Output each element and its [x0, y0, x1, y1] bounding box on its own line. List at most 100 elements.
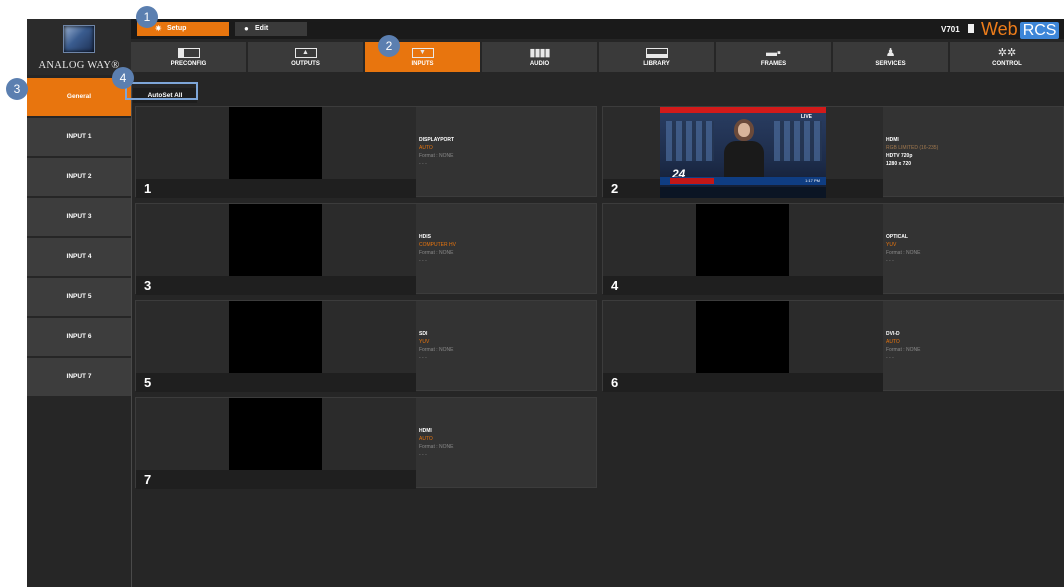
callout-badge-1: 1	[136, 6, 158, 28]
input-mode: YUV	[419, 339, 430, 345]
sidebar-item-input-4[interactable]: INPUT 4	[27, 238, 131, 276]
input-type: SDI	[419, 331, 428, 337]
sidebar-item-input-1[interactable]: INPUT 1	[27, 118, 131, 156]
input-card-3[interactable]: 3 HDIS COMPUTER HV Format : NONE - - -	[135, 203, 597, 295]
thumbnail-strip	[136, 373, 416, 392]
input-mode: AUTO	[419, 145, 433, 151]
version-label: V701	[941, 25, 960, 34]
input-info: HDMI AUTO Format : NONE - - -	[419, 427, 453, 459]
input-format: Format : NONE	[886, 347, 921, 353]
input-info: OPTICAL YUV Format : NONE - - -	[886, 233, 920, 265]
input-number: 2	[611, 181, 619, 196]
services-icon: ♟	[885, 47, 896, 59]
main-nav: PRECONFIG ▲ OUTPUTS ▼ INPUTS ▮▮▮▮ AUDIO …	[131, 42, 1064, 72]
input-number: 3	[144, 278, 152, 293]
input-mode: COMPUTER HV	[419, 242, 456, 248]
play-circle-icon: ●	[244, 24, 249, 33]
input-number: 4	[611, 278, 619, 293]
tab-preconfig[interactable]: PRECONFIG	[131, 42, 246, 72]
thumbnail-strip	[603, 373, 883, 392]
tab-outputs[interactable]: ▲ OUTPUTS	[248, 42, 363, 72]
document-icon[interactable]	[968, 24, 974, 33]
input-card-7[interactable]: 7 HDMI AUTO Format : NONE - - -	[135, 397, 597, 489]
edit-label: Edit	[255, 25, 269, 32]
tab-services[interactable]: ♟ SERVICES	[833, 42, 948, 72]
webrcs-brand: Web RCS	[981, 19, 1060, 39]
analog-way-logo: ANALOG WAY®	[27, 19, 131, 75]
tab-library[interactable]: LIBRARY	[599, 42, 714, 72]
sidebar-item-input-5[interactable]: INPUT 5	[27, 278, 131, 316]
sidebar-item-input-3[interactable]: INPUT 3	[27, 198, 131, 236]
input-card-6[interactable]: 6 DVI-D AUTO Format : NONE - - -	[602, 300, 1064, 392]
input-format: Format : NONE	[419, 444, 454, 450]
live-badge: LIVE	[800, 114, 812, 120]
autoset-highlight-box	[125, 82, 198, 100]
input-extra: - - -	[419, 161, 427, 167]
input-card-4[interactable]: 4 OPTICAL YUV Format : NONE - - -	[602, 203, 1064, 295]
ticker-bottom	[660, 187, 826, 198]
tab-outputs-label: OUTPUTS	[291, 61, 320, 67]
preconfig-icon	[131, 45, 246, 61]
tab-frames-label: FRAMES	[760, 61, 787, 67]
input-mode: RGB LIMITED (16-235)	[886, 145, 939, 151]
input-type: HDMI	[419, 428, 432, 434]
sidebar-item-input-6[interactable]: INPUT 6	[27, 318, 131, 356]
studio-screens-left	[666, 121, 714, 161]
input-extra: - - -	[886, 258, 894, 264]
edit-mode-button[interactable]: ● Edit	[235, 22, 307, 36]
input-extra: - - -	[419, 258, 427, 264]
tab-inputs-label: INPUTS	[411, 61, 434, 67]
thumbnail-strip	[136, 179, 416, 198]
anchor-face	[738, 123, 750, 137]
tab-frames[interactable]: ▬▪ FRAMES	[716, 42, 831, 72]
audio-icon: ▮▮▮▮	[529, 47, 550, 59]
tab-services-label: SERVICES	[875, 61, 906, 67]
input-card-2[interactable]: LIVE 24 1:17 PM 2 HDMI RGB LIMITED (16-2…	[602, 106, 1064, 198]
library-icon	[599, 45, 714, 61]
input-type: DVI-D	[886, 331, 900, 337]
studio-screens-right	[774, 121, 822, 161]
callout-badge-4: 4	[112, 67, 134, 89]
input-info: SDI YUV Format : NONE - - -	[419, 330, 453, 362]
input-number: 7	[144, 472, 152, 487]
callout-badge-2: 2	[378, 35, 400, 57]
tab-audio[interactable]: ▮▮▮▮ AUDIO	[482, 42, 597, 72]
input-extra: - - -	[886, 355, 894, 361]
input-number: 6	[611, 375, 619, 390]
input-resolution: 1280 x 720	[886, 161, 912, 167]
input-card-5[interactable]: 5 SDI YUV Format : NONE - - -	[135, 300, 597, 392]
thumbnail-strip	[136, 276, 416, 295]
input-format: Format : NONE	[886, 250, 921, 256]
tab-control[interactable]: ✲✲ CONTROL	[950, 42, 1064, 72]
input-extra: - - -	[419, 452, 427, 458]
input-info: HDIS COMPUTER HV Format : NONE - - -	[419, 233, 456, 265]
thumbnail-strip	[136, 470, 416, 489]
outputs-icon: ▲	[248, 45, 363, 61]
input-info: DVI-D AUTO Format : NONE - - -	[886, 330, 920, 362]
ticker-headline	[670, 178, 714, 184]
input-type: HDIS	[419, 234, 431, 240]
live-video-preview: LIVE 24 1:17 PM	[660, 107, 826, 198]
app-window: ANALOG WAY® ✷ Setup ● Edit V701 Web RCS P…	[27, 19, 1064, 587]
input-resolution-name: HDTV 720p	[886, 153, 913, 159]
input-number: 1	[144, 181, 152, 196]
ticker-time: 1:17 PM	[805, 178, 820, 183]
brand-web: Web	[981, 19, 1018, 39]
sidebar-item-input-2[interactable]: INPUT 2	[27, 158, 131, 196]
input-format: Format : NONE	[419, 250, 454, 256]
input-format: Format : NONE	[419, 347, 454, 353]
input-extra: - - -	[419, 355, 427, 361]
input-mode: AUTO	[886, 339, 900, 345]
top-bar: ✷ Setup ● Edit V701 Web RCS	[131, 19, 1064, 39]
live-banner	[660, 107, 826, 113]
tab-preconfig-label: PRECONFIG	[170, 61, 207, 67]
setup-label: Setup	[167, 25, 187, 32]
logo-mark-icon	[63, 25, 95, 53]
input-mode: AUTO	[419, 436, 433, 442]
tab-audio-label: AUDIO	[529, 61, 550, 67]
input-card-1[interactable]: 1 DISPLAYPORT AUTO Format : NONE - - -	[135, 106, 597, 198]
gear-icon: ✷	[155, 24, 162, 33]
callout-badge-3: 3	[6, 78, 28, 100]
sidebar-divider	[131, 75, 132, 587]
sidebar-item-input-7[interactable]: INPUT 7	[27, 358, 131, 396]
